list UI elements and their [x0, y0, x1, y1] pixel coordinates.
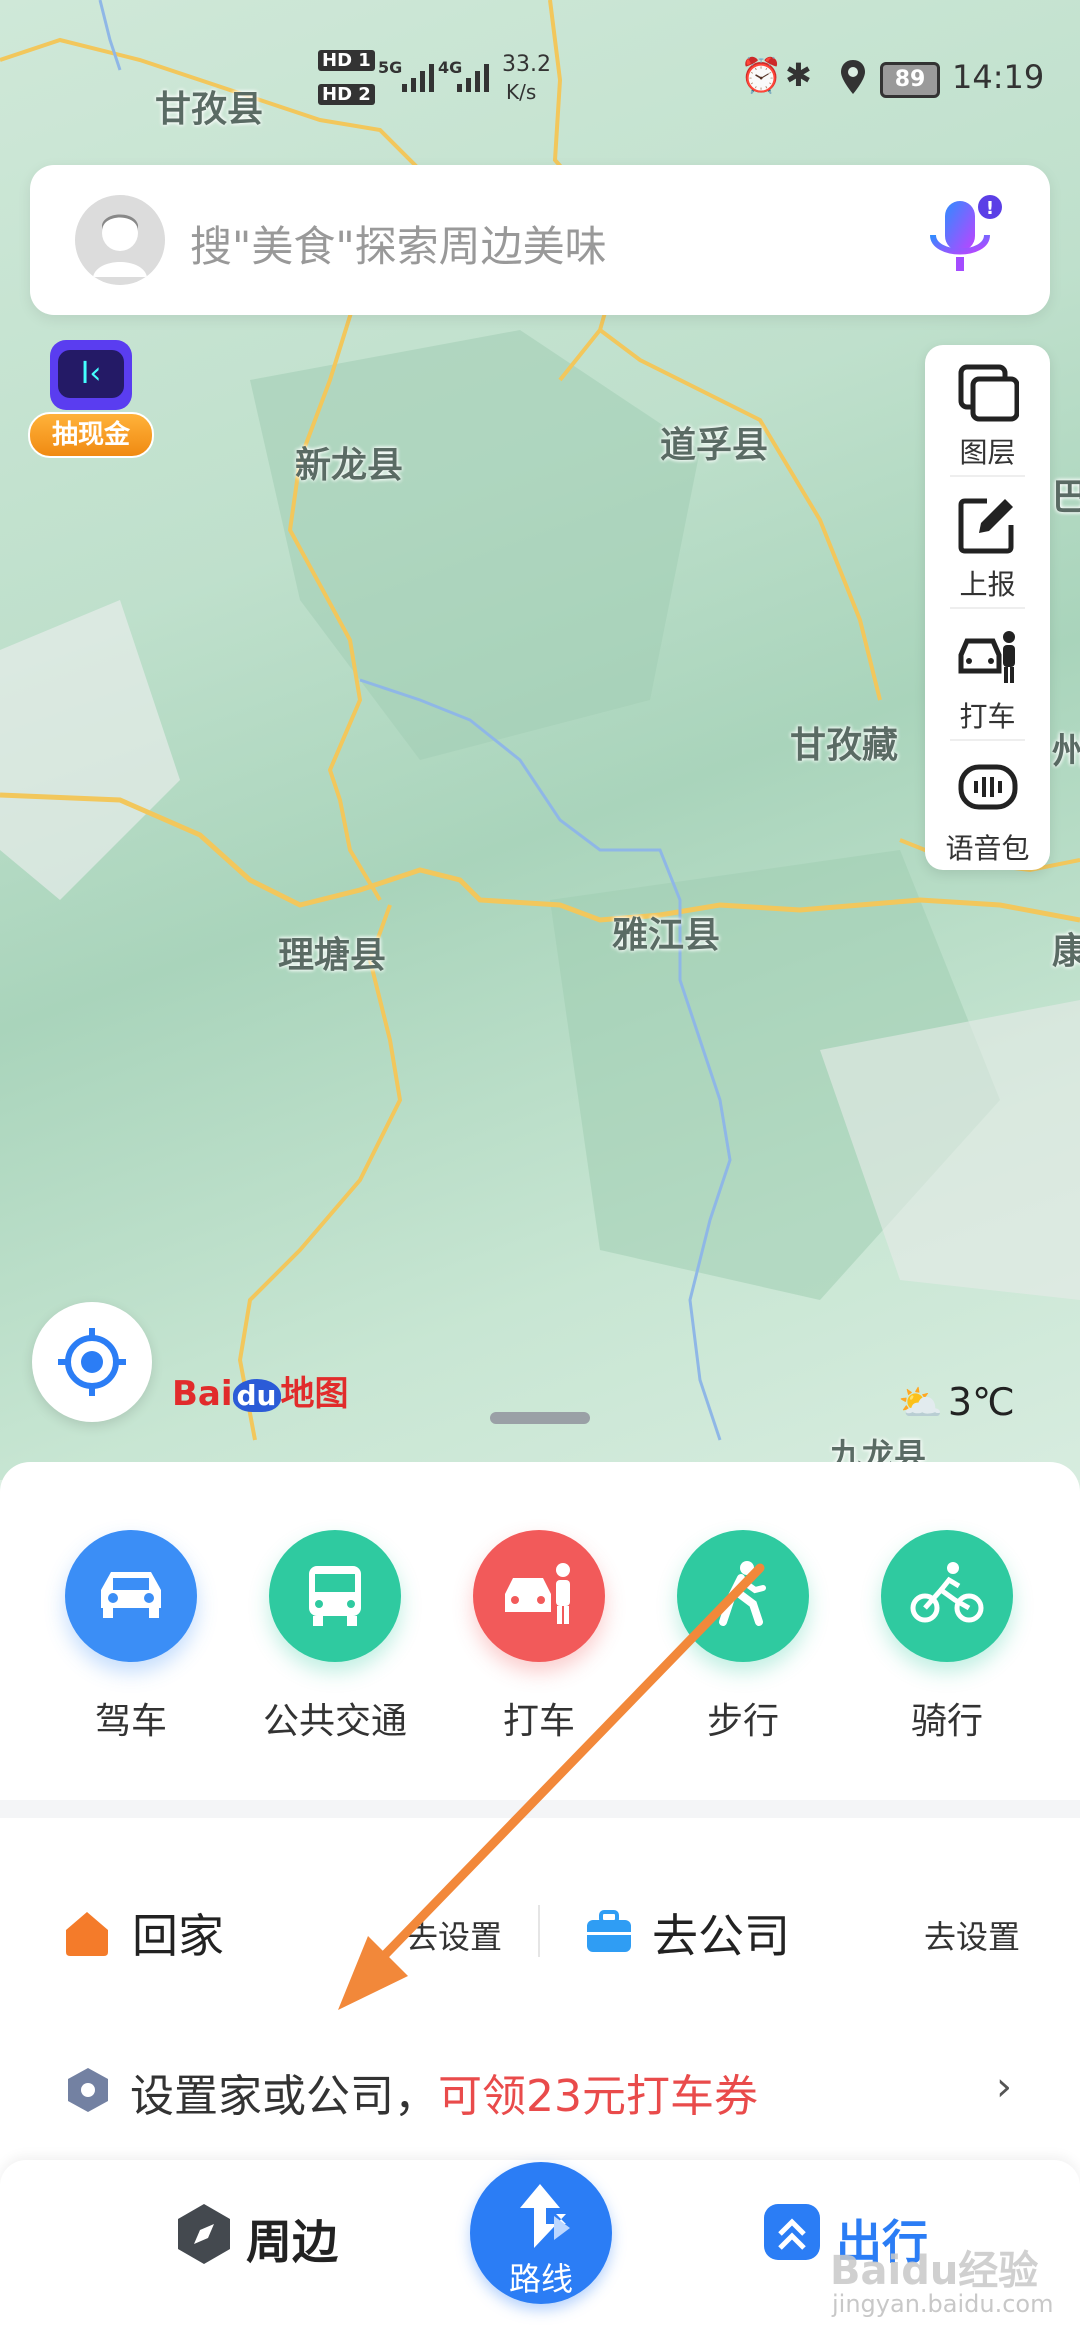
layers-icon [958, 364, 1019, 422]
voice-pack-label: 语音包 [945, 832, 1030, 865]
map-label: 理塘县 [278, 935, 387, 976]
mode-drive[interactable]: 驾车 [56, 1530, 206, 1744]
edit-icon [958, 498, 1014, 554]
briefcase-icon [585, 1908, 633, 1956]
mode-label: 打车 [502, 1701, 575, 1742]
taxi-icon [473, 1530, 605, 1662]
vibrate-icon: ✱ [785, 56, 812, 94]
report-label: 上报 [959, 568, 1016, 601]
map-label: 康 [1052, 931, 1080, 972]
mode-taxi[interactable]: 打车 [464, 1530, 614, 1744]
locate-me-button[interactable] [32, 1302, 152, 1422]
voice-pack-icon [958, 764, 1018, 810]
walk-icon [677, 1530, 809, 1662]
report-button[interactable]: 上报 [925, 477, 1050, 607]
promo-highlight: 可领23元打车券 [438, 2071, 758, 2122]
route-button[interactable]: 路线 [470, 2162, 612, 2304]
voice-search-button[interactable]: ! [925, 195, 1002, 285]
watermark-url: jingyan.baidu.com [832, 2290, 1054, 2318]
map-tools-panel: 图层 上报 打车 语音包 [925, 345, 1050, 870]
bus-icon [269, 1530, 401, 1662]
alarm-icon: ⏰ [740, 56, 783, 96]
microphone-icon: ! [930, 195, 1002, 271]
home-set-link[interactable]: 去设置 [406, 1912, 502, 1958]
crosshair-icon [58, 1328, 126, 1396]
baidu-map-logo: Bai du 地图 [172, 1366, 349, 1416]
logo-du: du [232, 1379, 281, 1412]
battery-level: 89 [894, 67, 926, 92]
temperature: 3℃ [947, 1380, 1015, 1424]
chevron-right-icon[interactable]: › [996, 2064, 1012, 2110]
clock: 14:19 [952, 58, 1045, 96]
map-label: 巴 [1052, 477, 1080, 518]
map-label: 甘孜藏 [790, 725, 899, 766]
map-label: 州 [1052, 731, 1080, 772]
section-divider [0, 1800, 1080, 1818]
cash-lottery-badge[interactable]: I‹ 抽现金 [28, 340, 154, 470]
partly-cloudy-icon: ⛅ [898, 1383, 943, 1424]
divider [538, 1905, 540, 1957]
sim1-badge: HD 1 [318, 50, 375, 71]
tab-nearby[interactable]: 周边 [246, 2206, 338, 2272]
robot-icon: I‹ [50, 340, 132, 410]
map-label: 新龙县 [295, 445, 404, 486]
mode-transit[interactable]: 公共交通 [260, 1530, 410, 1744]
map-label: 甘孜县 [155, 89, 264, 130]
sheet-drag-handle[interactable] [490, 1412, 590, 1424]
mode-cycle[interactable]: 骑行 [872, 1530, 1022, 1744]
signal-icon [457, 64, 489, 92]
taxi-button[interactable]: 打车 [925, 609, 1050, 739]
car-icon [65, 1530, 197, 1662]
mode-label: 步行 [706, 1701, 779, 1742]
avatar-icon [75, 195, 165, 285]
net-speed-unit: K/s [506, 80, 537, 104]
user-avatar[interactable] [75, 195, 165, 285]
logo-map: 地图 [280, 1374, 349, 1414]
mode-walk[interactable]: 步行 [668, 1530, 818, 1744]
work-shortcut[interactable]: 去公司 [652, 1900, 790, 1966]
bike-icon [881, 1530, 1013, 1662]
promo-text: 设置家或公司， [130, 2071, 438, 2122]
taxi-label: 打车 [959, 700, 1016, 733]
search-bar[interactable]: 搜"美食"探索周边美味 ! [30, 165, 1050, 315]
set-home-promo[interactable]: 设置家或公司，可领23元打车券 [130, 2060, 758, 2124]
map-label: 道孚县 [660, 425, 769, 466]
location-pin-icon [841, 60, 865, 94]
home-icon [62, 1908, 112, 1958]
compass-icon [172, 2202, 236, 2266]
work-set-link[interactable]: 去设置 [924, 1912, 1020, 1958]
cash-lottery-label: 抽现金 [28, 412, 154, 458]
watermark: Baidu经验 [830, 2248, 1039, 2294]
weather-widget[interactable]: ⛅ 3℃ [898, 1380, 1015, 1424]
net-speed: 33.2 [502, 52, 551, 77]
map-label: 雅江县 [612, 915, 721, 956]
layers-button[interactable]: 图层 [925, 345, 1050, 475]
sim2-badge: HD 2 [318, 84, 375, 105]
route-label: 路线 [508, 2260, 573, 2298]
logo-bai: Bai [172, 1374, 233, 1414]
travel-icon [762, 2202, 822, 2266]
mode-label: 驾车 [94, 1701, 167, 1742]
home-shortcut[interactable]: 回家 [132, 1900, 224, 1966]
mode-label: 骑行 [910, 1701, 983, 1742]
network-5g: 5G [378, 58, 403, 77]
svg-text:!: ! [986, 198, 994, 219]
layers-label: 图层 [959, 436, 1016, 469]
voice-pack-button[interactable]: 语音包 [925, 741, 1050, 871]
hexagon-icon [66, 2066, 110, 2114]
battery-icon: 89 [880, 62, 940, 98]
mode-label: 公共交通 [262, 1701, 407, 1742]
search-placeholder[interactable]: 搜"美食"探索周边美味 [190, 213, 607, 274]
taxi-icon [958, 631, 1015, 683]
